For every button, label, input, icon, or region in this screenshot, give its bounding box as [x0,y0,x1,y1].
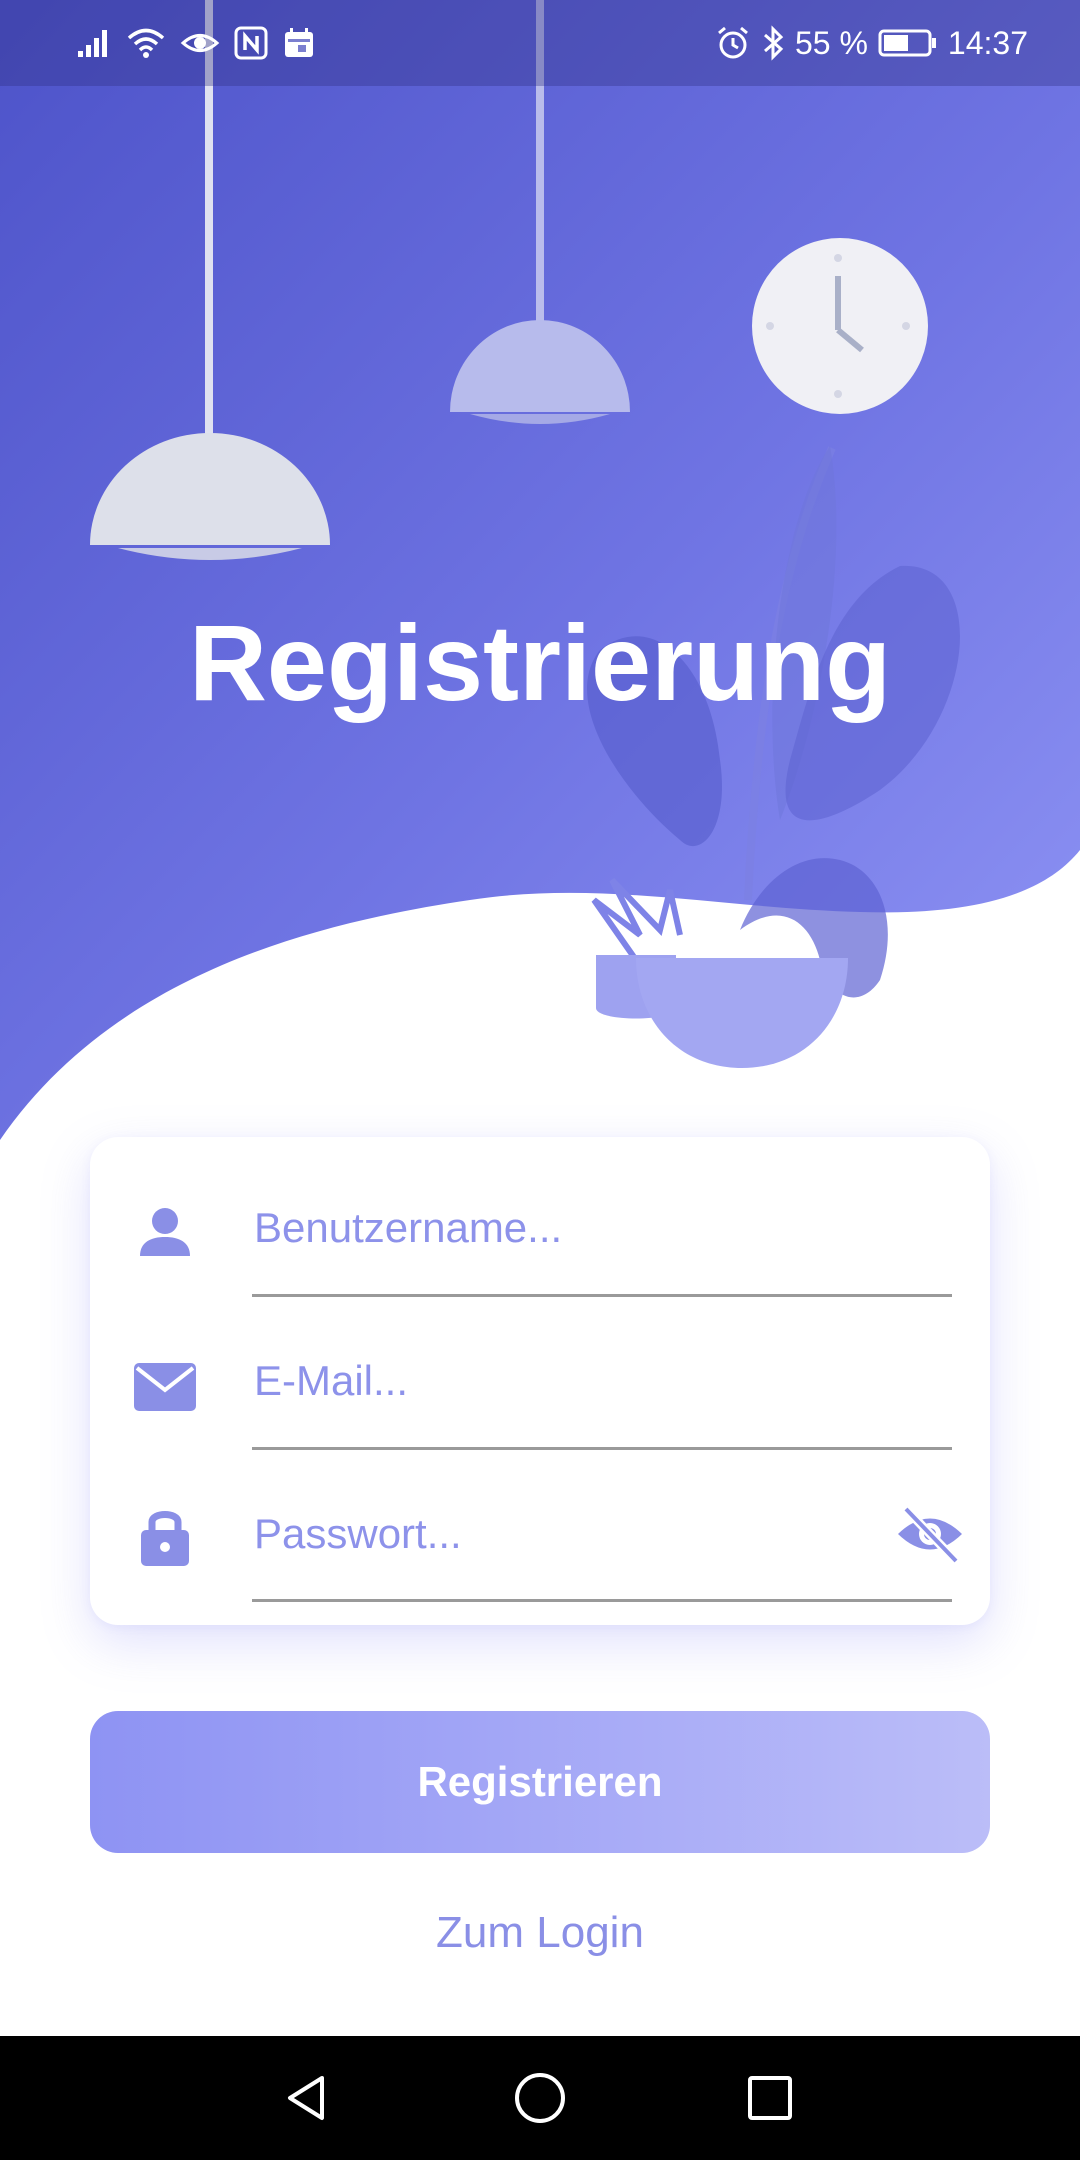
back-icon [288,2076,324,2120]
battery-icon [878,29,936,57]
status-time: 14:37 [947,25,1028,61]
register-button[interactable]: Registrieren [90,1711,990,1853]
battery-percent: 55 % [794,25,868,61]
mail-icon [132,1354,198,1420]
nfc-icon [234,26,268,60]
status-bar: 55 % 14:37 [0,0,1080,86]
registration-form-card [90,1137,990,1625]
calendar-icon [285,28,313,57]
recents-icon [748,2076,792,2120]
page-title: Registrierung [188,602,892,723]
username-input[interactable] [252,1183,954,1273]
home-icon [515,2073,565,2123]
lock-icon [132,1503,198,1569]
password-underline [252,1599,952,1602]
home-button[interactable] [500,2058,580,2138]
signal-icon [78,30,107,57]
clock-illustration [752,238,928,414]
wifi-icon [127,28,165,58]
password-field-row [90,1443,990,1602]
username-field-row [90,1137,990,1297]
alarm-icon [718,26,748,59]
recents-button[interactable] [730,2058,810,2138]
eye-icon [180,34,220,52]
hero-illustration [0,0,1080,1140]
eye-off-icon [898,1505,962,1563]
email-field-row [90,1290,990,1450]
user-icon [132,1200,198,1266]
login-link[interactable]: Zum Login [0,1908,1080,1958]
bluetooth-icon [763,25,784,61]
password-input[interactable] [252,1489,854,1579]
navigation-bar [0,2036,1080,2160]
registration-screen: 55 % 14:37 Registrierung Benutzername...… [0,0,1080,2160]
password-visibility-toggle[interactable] [890,1499,970,1569]
status-bar-left [76,22,316,64]
status-bar-right: 55 % 14:37 [715,22,1028,64]
email-input[interactable] [252,1336,954,1426]
back-button[interactable] [268,2058,348,2138]
